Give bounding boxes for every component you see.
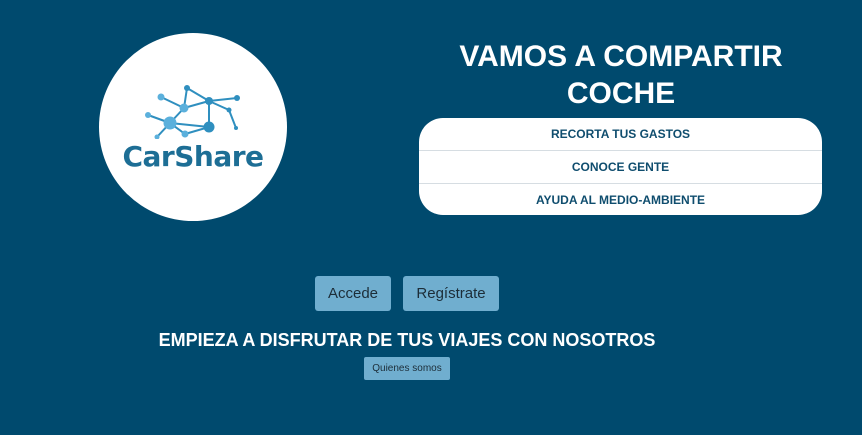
carshare-logo: CarShare — [99, 33, 287, 221]
brand-wordmark: CarShare — [122, 140, 264, 173]
register-button[interactable]: Regístrate — [403, 276, 499, 311]
login-button[interactable]: Accede — [315, 276, 391, 311]
hero-headline: VAMOS A COMPARTIR COCHE — [459, 40, 783, 110]
tagline: EMPIEZA A DISFRUTAR DE TUS VIAJES CON NO… — [158, 330, 656, 350]
network-icon — [145, 85, 240, 139]
feature-item-save-money: RECORTA TUS GASTOS — [419, 118, 822, 151]
feature-item-meet-people: CONOCE GENTE — [419, 151, 822, 184]
about-us-button[interactable]: Quienes somos — [364, 357, 450, 380]
features-panel: RECORTA TUS GASTOS CONOCE GENTE AYUDA AL… — [419, 118, 822, 215]
feature-item-environment: AYUDA AL MEDIO-AMBIENTE — [535, 193, 706, 207]
